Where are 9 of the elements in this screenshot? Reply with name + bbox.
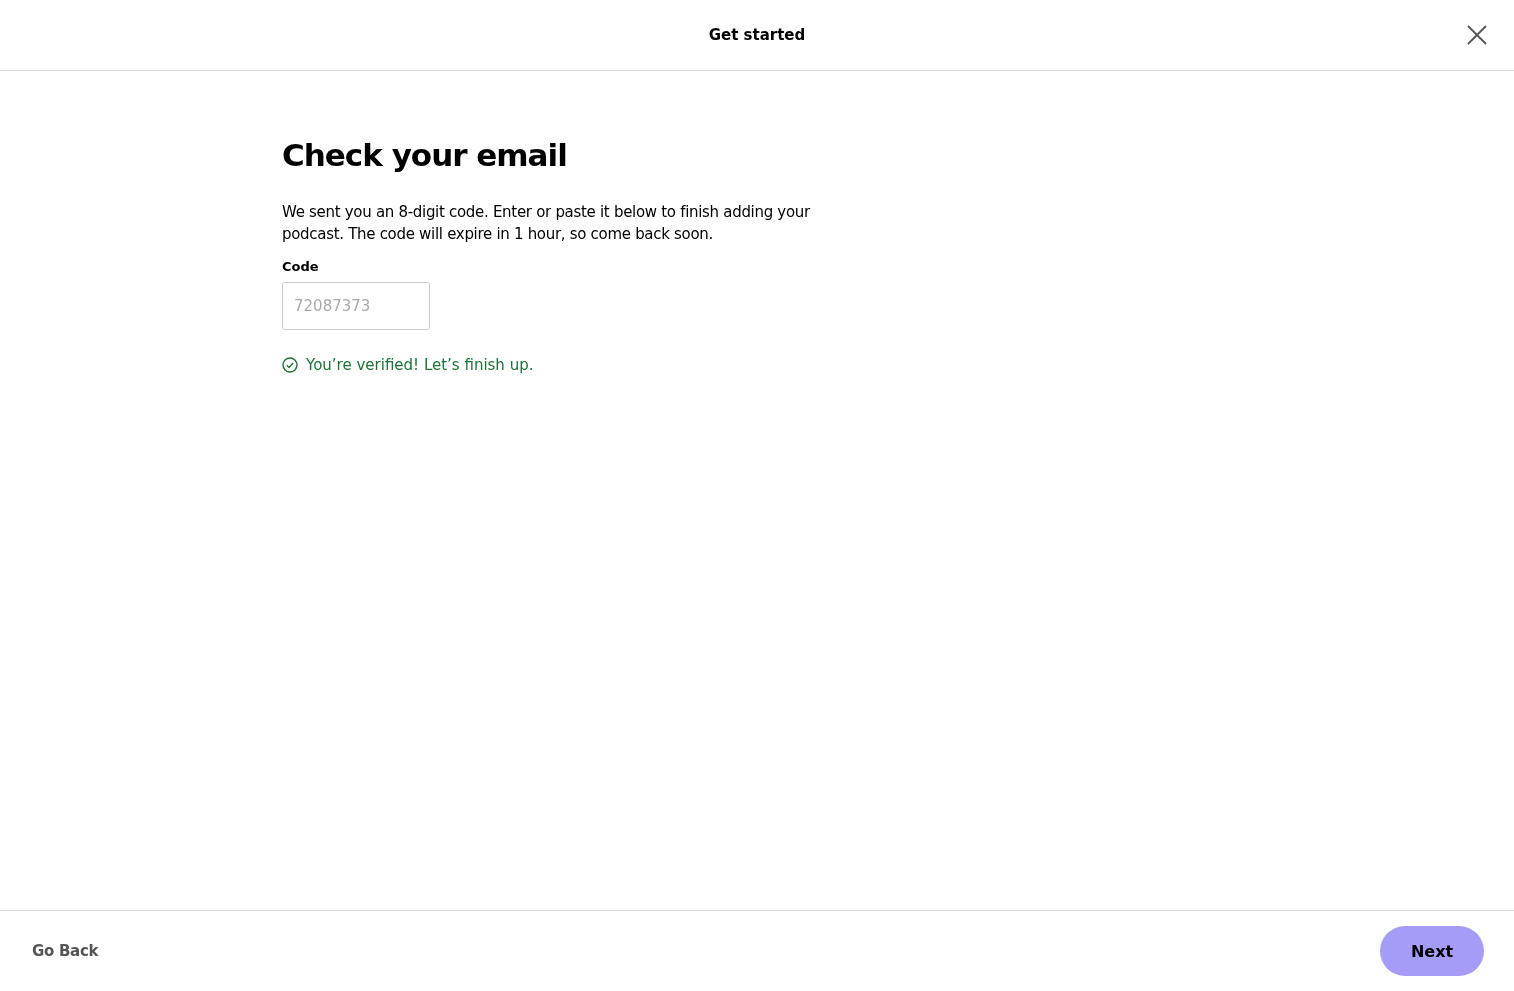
next-button[interactable]: Next — [1380, 926, 1484, 976]
field-label: Code — [282, 259, 320, 274]
status-message: You’re verified! Let’s finish up. — [306, 356, 534, 374]
instructions-text: We sent you an 8-digit code. Enter or paste it below to finish adding your podcast. The code will expire in 1 hour, so come back soon. — [282, 202, 812, 245]
go-back-link[interactable]: Go Back — [32, 942, 99, 960]
check-circle-icon — [282, 357, 298, 373]
page-heading: Check your email — [282, 137, 568, 173]
close-icon[interactable] — [1466, 24, 1488, 46]
dialog-title: Get started — [708, 26, 806, 44]
